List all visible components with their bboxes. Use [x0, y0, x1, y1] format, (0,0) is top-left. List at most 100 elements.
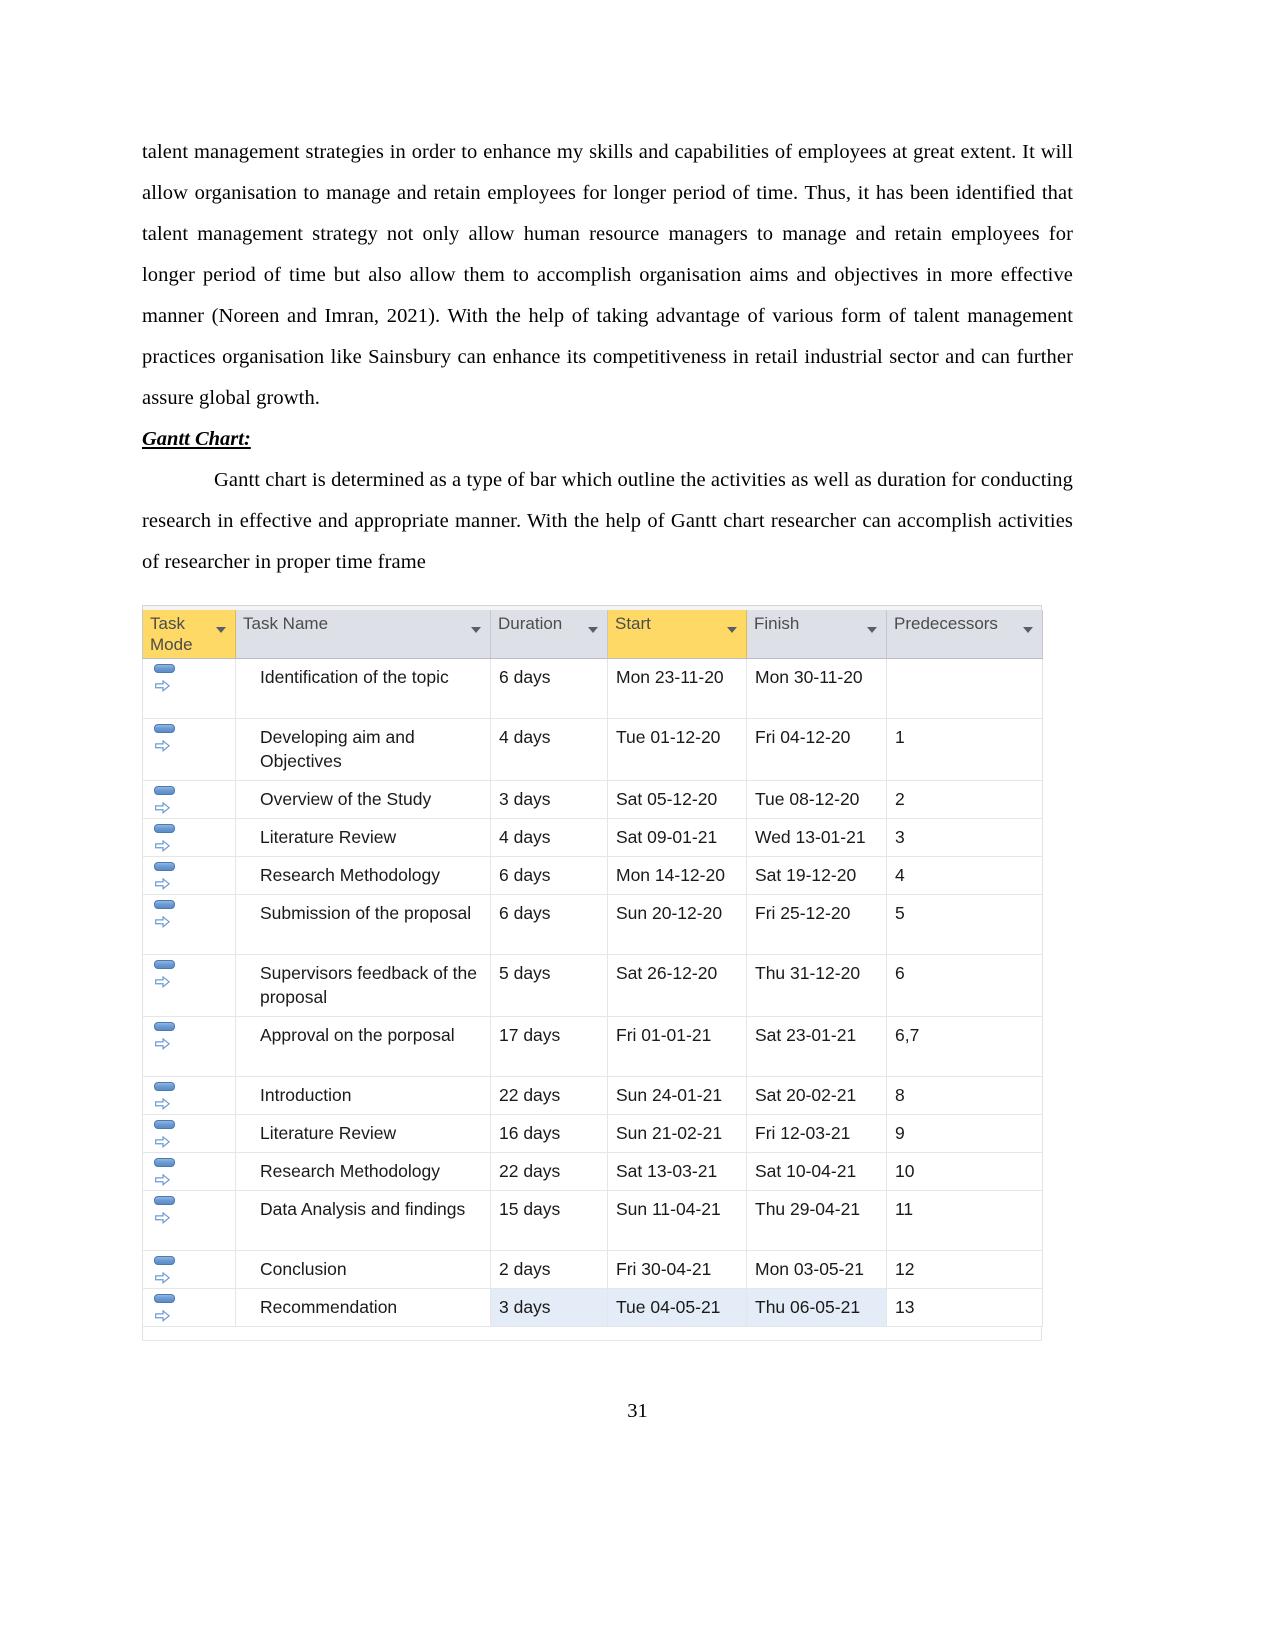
cell-finish[interactable]: Sat 23-01-21: [746, 1016, 887, 1077]
column-filter-chevron-down-icon[interactable]: [588, 627, 598, 633]
column-filter-chevron-down-icon[interactable]: [471, 627, 481, 633]
cell-predecessors[interactable]: 6,7: [886, 1016, 1043, 1077]
column-filter-chevron-down-icon[interactable]: [867, 627, 877, 633]
cell-predecessors[interactable]: 6: [886, 954, 1043, 1017]
cell-task-mode[interactable]: [142, 1016, 236, 1077]
cell-task-mode[interactable]: [142, 1190, 236, 1251]
cell-task-name[interactable]: Identification of the topic: [235, 658, 491, 719]
cell-finish[interactable]: Fri 25-12-20: [746, 894, 887, 955]
cell-task-name[interactable]: Overview of the Study: [235, 780, 491, 819]
table-row[interactable]: Conclusion 2 days Fri 30-04-21 Mon 03-05-21…: [142, 1250, 1043, 1289]
cell-start[interactable]: Sat 26-12-20: [607, 954, 747, 1017]
table-row[interactable]: Submission of the proposal 6 days Sun 20-1…: [142, 894, 1043, 955]
cell-finish[interactable]: Thu 31-12-20: [746, 954, 887, 1017]
cell-start[interactable]: Tue 04-05-21: [607, 1288, 747, 1327]
table-row[interactable]: Approval on the porposal 17 days Fri 01-01…: [142, 1016, 1043, 1077]
table-row[interactable]: Introduction 22 days Sun 24-01-21 Sat 20-02…: [142, 1076, 1043, 1115]
column-header-predecessors[interactable]: Predecessors: [886, 610, 1043, 659]
cell-start[interactable]: Tue 01-12-20: [607, 718, 747, 781]
cell-predecessors[interactable]: 5: [886, 894, 1043, 955]
cell-duration[interactable]: 22 days: [490, 1152, 608, 1191]
cell-task-mode[interactable]: [142, 894, 236, 955]
cell-task-mode[interactable]: [142, 1250, 236, 1289]
table-row[interactable]: Data Analysis and findings 15 days Sun 11-…: [142, 1190, 1043, 1251]
cell-duration[interactable]: 6 days: [490, 894, 608, 955]
table-row[interactable]: Developing aim and Objectives 4 days Tue 0…: [142, 718, 1043, 781]
cell-task-name[interactable]: Literature Review: [235, 1114, 491, 1153]
cell-finish[interactable]: Thu 29-04-21: [746, 1190, 887, 1251]
table-row[interactable]: Supervisors feedback of the proposal 5 da…: [142, 954, 1043, 1017]
cell-task-name[interactable]: Data Analysis and findings: [235, 1190, 491, 1251]
cell-duration[interactable]: 16 days: [490, 1114, 608, 1153]
cell-predecessors[interactable]: [886, 658, 1043, 719]
cell-task-mode[interactable]: [142, 954, 236, 1017]
table-row[interactable]: Recommendation 3 days Tue 04-05-21 Thu 06-0…: [142, 1288, 1043, 1327]
cell-task-name[interactable]: Introduction: [235, 1076, 491, 1115]
cell-task-mode[interactable]: [142, 856, 236, 895]
cell-finish[interactable]: Wed 13-01-21: [746, 818, 887, 857]
cell-start[interactable]: Sun 20-12-20: [607, 894, 747, 955]
column-header-duration[interactable]: Duration: [490, 610, 608, 659]
cell-predecessors[interactable]: 2: [886, 780, 1043, 819]
cell-predecessors[interactable]: 12: [886, 1250, 1043, 1289]
column-header-task-mode[interactable]: Task Mode: [142, 610, 236, 659]
cell-duration[interactable]: 5 days: [490, 954, 608, 1017]
cell-predecessors[interactable]: 4: [886, 856, 1043, 895]
cell-finish[interactable]: Thu 06-05-21: [746, 1288, 887, 1327]
cell-duration[interactable]: 6 days: [490, 856, 608, 895]
column-header-finish[interactable]: Finish: [746, 610, 887, 659]
cell-duration[interactable]: 4 days: [490, 818, 608, 857]
table-row[interactable]: Overview of the Study 3 days Sat 05-12-20 T…: [142, 780, 1043, 819]
cell-task-mode[interactable]: [142, 780, 236, 819]
cell-start[interactable]: Sat 09-01-21: [607, 818, 747, 857]
cell-duration[interactable]: 3 days: [490, 1288, 608, 1327]
cell-predecessors[interactable]: 13: [886, 1288, 1043, 1327]
cell-task-name[interactable]: Literature Review: [235, 818, 491, 857]
cell-predecessors[interactable]: 10: [886, 1152, 1043, 1191]
cell-start[interactable]: Mon 23-11-20: [607, 658, 747, 719]
table-row[interactable]: Literature Review 16 days Sun 21-02-21 Fri …: [142, 1114, 1043, 1153]
cell-duration[interactable]: 4 days: [490, 718, 608, 781]
cell-duration[interactable]: 22 days: [490, 1076, 608, 1115]
cell-duration[interactable]: 2 days: [490, 1250, 608, 1289]
cell-task-name[interactable]: Conclusion: [235, 1250, 491, 1289]
cell-start[interactable]: Sun 24-01-21: [607, 1076, 747, 1115]
table-row[interactable]: Literature Review 4 days Sat 09-01-21 Wed 1…: [142, 818, 1043, 857]
cell-finish[interactable]: Sat 20-02-21: [746, 1076, 887, 1115]
column-filter-chevron-down-icon[interactable]: [216, 627, 226, 633]
cell-duration[interactable]: 3 days: [490, 780, 608, 819]
cell-duration[interactable]: 17 days: [490, 1016, 608, 1077]
cell-task-name[interactable]: Approval on the porposal: [235, 1016, 491, 1077]
cell-task-mode[interactable]: [142, 1076, 236, 1115]
cell-task-mode[interactable]: [142, 658, 236, 719]
cell-task-name[interactable]: Research Methodology: [235, 856, 491, 895]
cell-finish[interactable]: Fri 12-03-21: [746, 1114, 887, 1153]
table-row[interactable]: Identification of the topic 6 days Mon 23-…: [142, 658, 1043, 719]
cell-predecessors[interactable]: 1: [886, 718, 1043, 781]
cell-predecessors[interactable]: 9: [886, 1114, 1043, 1153]
cell-finish[interactable]: Tue 08-12-20: [746, 780, 887, 819]
cell-task-name[interactable]: Submission of the proposal: [235, 894, 491, 955]
cell-finish[interactable]: Mon 30-11-20: [746, 658, 887, 719]
cell-task-mode[interactable]: [142, 1288, 236, 1327]
cell-task-name[interactable]: Research Methodology: [235, 1152, 491, 1191]
cell-start[interactable]: Sat 13-03-21: [607, 1152, 747, 1191]
cell-start[interactable]: Sat 05-12-20: [607, 780, 747, 819]
column-filter-chevron-down-icon[interactable]: [1023, 627, 1033, 633]
cell-start[interactable]: Mon 14-12-20: [607, 856, 747, 895]
cell-finish[interactable]: Mon 03-05-21: [746, 1250, 887, 1289]
cell-start[interactable]: Fri 01-01-21: [607, 1016, 747, 1077]
cell-task-name[interactable]: Recommendation: [235, 1288, 491, 1327]
column-header-task-name[interactable]: Task Name: [235, 610, 491, 659]
cell-predecessors[interactable]: 3: [886, 818, 1043, 857]
cell-task-name[interactable]: Developing aim and Objectives: [235, 718, 491, 781]
cell-task-mode[interactable]: [142, 1152, 236, 1191]
cell-start[interactable]: Fri 30-04-21: [607, 1250, 747, 1289]
cell-finish[interactable]: Fri 04-12-20: [746, 718, 887, 781]
cell-predecessors[interactable]: 8: [886, 1076, 1043, 1115]
cell-start[interactable]: Sun 21-02-21: [607, 1114, 747, 1153]
cell-finish[interactable]: Sat 10-04-21: [746, 1152, 887, 1191]
cell-duration[interactable]: 15 days: [490, 1190, 608, 1251]
table-row[interactable]: Research Methodology 22 days Sat 13-03-21 S…: [142, 1152, 1043, 1191]
column-filter-chevron-down-icon[interactable]: [727, 627, 737, 633]
